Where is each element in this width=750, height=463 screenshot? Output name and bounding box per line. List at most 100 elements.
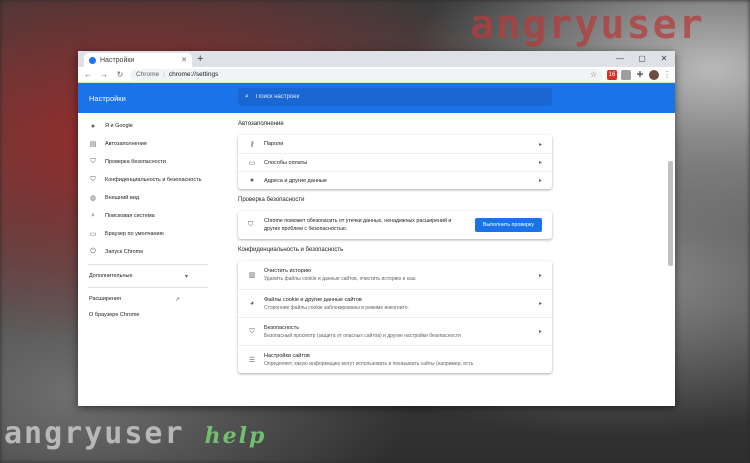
row-text: Очистить историю Удалить файлы cookie и …	[264, 268, 531, 282]
bookmark-star-icon[interactable]: ☆	[590, 70, 597, 79]
sidebar-advanced-label: Дополнительные	[89, 273, 133, 279]
arrow-right-icon: ▸	[538, 178, 542, 184]
browser-icon: ▭	[89, 231, 97, 238]
maximize-button[interactable]: ▢	[631, 51, 653, 67]
page-scrollbar[interactable]	[668, 161, 673, 266]
watermark-brand-bottom: angryuser	[4, 416, 185, 451]
row-label: Файлы cookie и другие данные сайтов	[264, 296, 362, 303]
row-sublabel: Определяет, какую информацию могут испол…	[264, 360, 474, 367]
security-row[interactable]: ⛉ Безопасность Безопасный просмотр (защи…	[238, 317, 552, 345]
sidebar-item-privacy[interactable]: ⛉ Конфиденциальность и безопасность	[78, 171, 218, 189]
sidebar-extensions[interactable]: Расширения ↗	[78, 291, 218, 307]
arrow-right-icon: ▸	[538, 272, 542, 279]
sidebar-item-on-startup[interactable]: ⏻ Запуск Chrome	[78, 243, 218, 261]
sidebar-item-autofill[interactable]: ▤ Автозаполнение	[78, 135, 218, 153]
settings-main: Автозаполнение ⚷ Пароли ▸ ▭ Способы опла…	[238, 113, 552, 406]
payment-methods-row[interactable]: ▭ Способы оплаты ▸	[238, 153, 552, 171]
row-label: Пароли	[264, 141, 284, 147]
settings-header: Настройки ⌕	[78, 83, 675, 113]
sidebar-advanced[interactable]: Дополнительные ▾	[78, 268, 218, 284]
palette-icon: ◍	[89, 195, 97, 202]
sidebar-item-safety-check[interactable]: ⛉ Проверка безопасности	[78, 153, 218, 171]
watermark-bottom: angryuser help	[4, 416, 266, 451]
sidebar-item-label: Поисковая система	[105, 212, 155, 219]
row-label: Способы оплаты	[264, 159, 308, 166]
autofill-card: ⚷ Пароли ▸ ▭ Способы оплаты ▸ ● Адреса и…	[238, 135, 552, 189]
search-input[interactable]	[255, 94, 516, 100]
address-bar[interactable]: Chrome | chrome://settings ☆	[130, 68, 603, 81]
sidebar-extensions-label: Расширения	[89, 296, 121, 302]
autofill-icon: ▤	[89, 141, 97, 148]
sidebar-item-you-and-google[interactable]: ● Я и Google	[78, 117, 218, 135]
new-tab-button[interactable]: +	[197, 53, 203, 65]
extension-red-icon[interactable]: 16	[607, 69, 617, 80]
extension-gray-icon[interactable]	[621, 69, 631, 80]
settings-sidebar: ● Я и Google ▤ Автозаполнение ⛉ Проверка…	[78, 113, 218, 406]
search-icon: ⌕	[245, 93, 249, 100]
arrow-right-icon: ▸	[538, 301, 542, 307]
row-sublabel: Безопасный просмотр (защита от опасных с…	[264, 332, 461, 339]
site-settings-row[interactable]: ☰ Настройки сайтов Определяет, какую инф…	[238, 345, 552, 373]
trash-icon: ▥	[248, 272, 256, 279]
settings-content: ● Я и Google ▤ Автозаполнение ⛉ Проверка…	[78, 113, 675, 406]
minimize-button[interactable]: —	[609, 51, 631, 67]
location-icon: ●	[249, 177, 255, 184]
window-controls: — ▢ ✕	[609, 51, 675, 67]
title-bar: Настройки ✕ + — ▢ ✕	[78, 51, 675, 67]
tab-close-icon[interactable]: ✕	[181, 56, 187, 64]
card-icon: ▭	[248, 159, 256, 167]
site-info-label[interactable]: Chrome	[136, 71, 159, 78]
reload-button[interactable]: ↻	[114, 70, 126, 79]
watermark-help: help	[204, 423, 267, 449]
sidebar-about-chrome[interactable]: О браузере Chrome	[78, 307, 218, 323]
row-label: Безопасность	[264, 324, 300, 331]
privacy-card: ▥ Очистить историю Удалить файлы cookie …	[238, 261, 552, 373]
watermark-brand: angryuser	[470, 2, 705, 48]
chevron-down-icon: ▾	[184, 273, 188, 280]
close-window-button[interactable]: ✕	[653, 51, 675, 67]
sidebar-item-label: Автозаполнение	[105, 140, 147, 147]
back-button[interactable]: ←	[82, 70, 94, 79]
clear-history-row[interactable]: ▥ Очистить историю Удалить файлы cookie …	[238, 261, 552, 289]
sidebar-item-label: Внешний вид	[105, 194, 140, 201]
url-text[interactable]: chrome://settings	[169, 71, 219, 78]
key-icon: ⚷	[249, 141, 255, 148]
forward-button[interactable]: →	[98, 70, 110, 79]
safety-check-message: Chrome поможет обезопасить от утечки дан…	[264, 218, 452, 232]
extensions-puzzle-icon[interactable]: ✚	[635, 70, 645, 80]
arrow-right-icon: ▸	[538, 160, 542, 166]
row-label: Адреса и другие данные	[264, 177, 327, 184]
addresses-row[interactable]: ● Адреса и другие данные ▸	[238, 171, 552, 189]
browser-toolbar: ← → ↻ Chrome | chrome://settings ☆ 16 ✚ …	[78, 67, 675, 83]
row-text: Настройки сайтов Определяет, какую инфор…	[264, 353, 542, 367]
row-label: Настройки сайтов	[264, 352, 310, 359]
shield-icon: ⛉	[248, 221, 254, 228]
sidebar-item-label: Конфиденциальность и безопасность	[105, 176, 202, 183]
passwords-row[interactable]: ⚷ Пароли ▸	[238, 135, 552, 153]
browser-window: Настройки ✕ + — ▢ ✕ ← → ↻ Chrome | chrom…	[78, 51, 675, 406]
tab-title: Настройки	[100, 56, 135, 64]
settings-favicon-icon	[89, 56, 96, 64]
safety-check-card: ⛉ Chrome поможет обезопасить от утечки д…	[238, 211, 552, 239]
privacy-section-title: Конфиденциальность и безопасность	[238, 247, 344, 253]
row-text: Файлы cookie и другие данные сайтов Стор…	[264, 297, 531, 311]
cookie-icon: ◕	[249, 300, 255, 307]
sidebar-item-search-engine[interactable]: ⌕ Поисковая система	[78, 207, 218, 225]
sidebar-item-appearance[interactable]: ◍ Внешний вид	[78, 189, 218, 207]
search-icon: ⌕	[91, 212, 95, 219]
tab-settings[interactable]: Настройки ✕	[84, 53, 192, 67]
chrome-menu-icon[interactable]: ⋮	[663, 70, 671, 79]
watermark-top: angryuser	[470, 2, 705, 48]
power-icon: ⏻	[90, 248, 96, 255]
external-link-icon: ↗	[174, 296, 180, 303]
profile-avatar[interactable]	[649, 69, 659, 80]
sidebar-item-default-browser[interactable]: ▭ Браузер по умолчанию	[78, 225, 218, 243]
autofill-section-title: Автозаполнение	[238, 121, 284, 127]
arrow-right-icon: ▸	[538, 329, 542, 335]
run-safety-check-button[interactable]: Выполнить проверку	[474, 218, 542, 232]
row-sublabel: Удалить файлы cookie и данные сайтов, оч…	[264, 276, 416, 282]
site-settings-icon: ☰	[248, 356, 256, 364]
cookies-row[interactable]: ◕ Файлы cookie и другие данные сайтов Ст…	[238, 289, 552, 317]
settings-search[interactable]: ⌕	[238, 88, 552, 106]
sidebar-divider	[88, 287, 208, 288]
